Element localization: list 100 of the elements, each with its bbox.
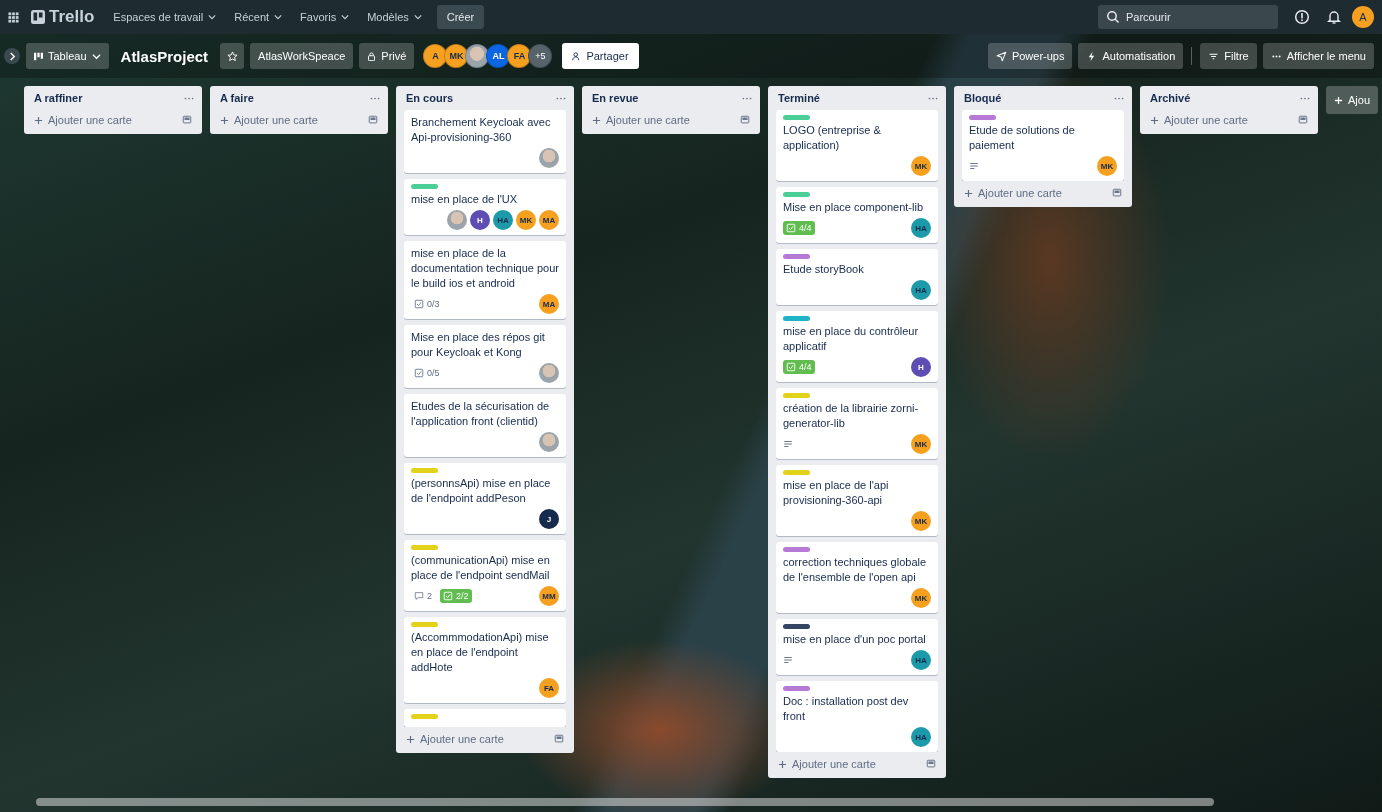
nav-menu-button[interactable]: Récent (227, 7, 290, 27)
add-card-button[interactable]: Ajouter une carte (1150, 114, 1248, 126)
task-card[interactable]: mise en place du contrôleur applicatif 4/4 H (776, 311, 938, 382)
template-icon[interactable] (182, 115, 192, 125)
task-card[interactable]: Etudes de la sécurisation de l'application front (clientid) (404, 394, 566, 457)
more-icon[interactable] (928, 96, 938, 100)
plus-icon (406, 734, 415, 744)
add-card-button[interactable]: Ajouter une carte (34, 114, 132, 126)
board-title[interactable]: AtlasProject (114, 47, 215, 65)
task-card[interactable]: Etude de solutions de paiement MK (962, 110, 1124, 181)
member-avatar[interactable]: HA (911, 218, 931, 238)
plus-icon (1334, 95, 1343, 105)
list-title[interactable]: Terminé (778, 92, 820, 104)
nav-menu-button[interactable]: Favoris (293, 7, 357, 27)
view-switcher-button[interactable]: Tableau (26, 43, 109, 69)
sidebar-toggle-button[interactable] (4, 48, 20, 64)
member-avatar[interactable]: MM (539, 586, 559, 606)
template-icon[interactable] (1298, 115, 1308, 125)
paper-plane-icon (995, 50, 1007, 62)
task-card[interactable]: mise en place d'un poc portal HA (776, 619, 938, 675)
workspace-button[interactable]: AtlasWorkSpeace (250, 43, 354, 69)
board-action-button[interactable]: Power-ups (987, 43, 1073, 69)
add-list-button[interactable]: Ajou (1326, 86, 1379, 114)
member-avatar[interactable]: H (911, 357, 931, 377)
info-icon[interactable] (1294, 9, 1310, 25)
add-card-button[interactable]: Ajouter une carte (964, 187, 1062, 199)
task-card[interactable]: Mise en place des répos git pour Keycloak et Kong 0/5 (404, 325, 566, 388)
task-card[interactable]: mise en place de la documentation technique pour le build ios et android 0/3 MA (404, 241, 566, 319)
template-icon[interactable] (554, 734, 564, 744)
more-icon[interactable] (556, 96, 566, 100)
list-title[interactable]: A raffiner (34, 92, 83, 104)
task-card[interactable]: Etude storyBook HA (776, 249, 938, 305)
member-avatar[interactable]: HA (911, 280, 931, 300)
more-icon[interactable] (370, 96, 380, 100)
card-title: LOGO (entreprise & application) (783, 123, 882, 153)
board-action-button[interactable]: Filtre (1200, 43, 1257, 69)
star-icon (226, 50, 238, 62)
template-icon[interactable] (1112, 188, 1122, 198)
extra-members-count[interactable]: +5 (528, 44, 553, 68)
task-card[interactable]: Mise en place component-lib 4/4 HA (776, 187, 938, 243)
add-card-button[interactable]: Ajouter une carte (778, 758, 876, 770)
member-avatar[interactable]: J (539, 509, 559, 529)
member-avatar[interactable]: MK (911, 588, 931, 608)
list-title[interactable]: A faire (220, 92, 254, 104)
template-icon[interactable] (926, 759, 936, 769)
task-card[interactable]: LOGO (entreprise & application) MK (776, 110, 938, 181)
list-title[interactable]: En revue (592, 92, 639, 104)
member-avatar[interactable]: MA (539, 210, 559, 230)
member-avatar[interactable]: HA (493, 210, 513, 230)
task-card[interactable]: correction techniques globale de l'ensemble de l'open api MK (776, 542, 938, 613)
task-card[interactable]: Branchement Keycloak avec Api-provisioning-360 (404, 110, 566, 173)
list-title[interactable]: Archivé (1150, 92, 1191, 104)
card-title: Etude de solutions de paiement (969, 123, 1076, 153)
filter-icon (1208, 50, 1220, 62)
task-card[interactable]: (communicationApi) mise en place de l'endpoint sendMail 2 2/2 MM (404, 540, 566, 611)
user-avatar[interactable]: A (1352, 6, 1374, 28)
member-avatar[interactable]: HA (911, 650, 931, 670)
add-card-button[interactable]: Ajouter une carte (406, 733, 504, 745)
app-logo-text[interactable]: Trello (49, 7, 95, 27)
board-action-button[interactable]: Afficher le menu (1262, 43, 1374, 69)
caret-icon (91, 51, 101, 61)
card-title: Mise en place component-lib (783, 200, 925, 215)
add-card-button[interactable]: Ajouter une carte (592, 114, 690, 126)
more-icon[interactable] (1300, 96, 1310, 100)
task-card[interactable]: mise en place de l'UX H HA MK MA (404, 179, 566, 235)
more-icon[interactable] (742, 96, 752, 100)
task-card[interactable]: Doc : installation post dev front HA (776, 681, 938, 752)
member-avatar[interactable]: MK (516, 210, 536, 230)
more-icon[interactable] (184, 96, 194, 100)
task-card[interactable]: (AccommmodationApi) mise en place de l'endpoint addHote FA (404, 617, 566, 703)
member-avatar[interactable]: MA (539, 294, 559, 314)
visibility-button[interactable]: Privé (359, 43, 415, 69)
apps-grid-icon[interactable] (8, 11, 19, 23)
template-icon[interactable] (368, 115, 378, 125)
share-button[interactable]: Partager (562, 43, 639, 69)
member-avatar[interactable]: MK (911, 434, 931, 454)
template-icon[interactable] (740, 115, 750, 125)
person-icon (572, 51, 582, 61)
search-field[interactable]: Parcourir (1098, 5, 1278, 29)
bell-icon[interactable] (1326, 9, 1342, 25)
more-icon[interactable] (1114, 96, 1124, 100)
member-avatar[interactable]: FA (539, 678, 559, 698)
task-card[interactable]: (personnsApi) mise en place de l'endpoint addPeson J (404, 463, 566, 534)
list-title[interactable]: En cours (406, 92, 454, 104)
card-title: Mise en place des répos git pour Keycloak et Kong (411, 330, 546, 360)
create-button[interactable]: Créer (436, 5, 485, 29)
member-avatar[interactable]: MK (911, 511, 931, 531)
task-card[interactable]: création de la librairie zorni-generator-lib MK (776, 388, 938, 459)
list-title[interactable]: Bloqué (964, 92, 1002, 104)
board-action-button[interactable]: Automatisation (1078, 43, 1184, 69)
horizontal-scrollbar[interactable] (36, 798, 1214, 806)
star-button[interactable] (220, 43, 245, 69)
task-card[interactable]: mise en place de l'api provisioning-360-api MK (776, 465, 938, 536)
nav-menu-button[interactable]: Espaces de travail (106, 7, 224, 27)
member-avatar[interactable]: MK (911, 156, 931, 176)
member-avatar[interactable]: MK (1097, 156, 1117, 176)
member-avatar[interactable]: HA (911, 727, 931, 747)
add-card-button[interactable]: Ajouter une carte (220, 114, 318, 126)
member-avatar[interactable]: H (470, 210, 490, 230)
nav-menu-button[interactable]: Modèles (360, 7, 429, 27)
